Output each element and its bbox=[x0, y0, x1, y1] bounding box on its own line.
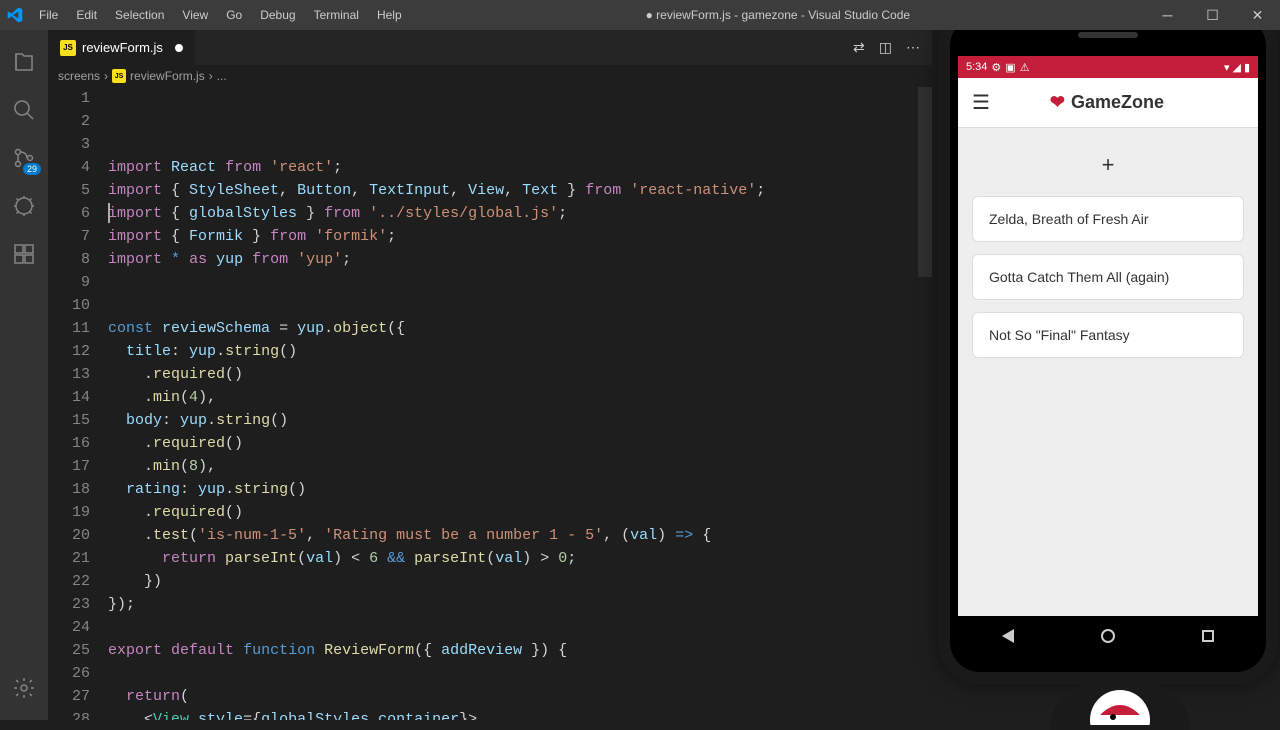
menu-help[interactable]: Help bbox=[368, 0, 411, 30]
dirty-indicator-icon bbox=[175, 44, 183, 52]
maximize-button[interactable]: ☐ bbox=[1190, 0, 1235, 30]
titlebar: File Edit Selection View Go Debug Termin… bbox=[0, 0, 1280, 30]
extensions-icon[interactable] bbox=[0, 230, 48, 278]
window-title: ● reviewForm.js - gamezone - Visual Stud… bbox=[411, 8, 1145, 22]
hamburger-icon[interactable]: ☰ bbox=[972, 90, 990, 115]
app-header: ☰ ❤ GameZone bbox=[958, 78, 1258, 128]
activity-bar: 29 bbox=[0, 30, 48, 720]
wifi-icon: ▾ bbox=[1224, 61, 1230, 74]
phone-mockup: 5:34 ⚙ ▣ ⚠ ▾ ◢ ▮ ☰ ❤ GameZone bbox=[938, 4, 1278, 684]
tab-actions: ⇄ ◫ ⋯ bbox=[853, 39, 932, 56]
menubar: File Edit Selection View Go Debug Termin… bbox=[30, 0, 411, 30]
settings-icon[interactable] bbox=[0, 664, 48, 712]
ninja-logo-icon bbox=[1050, 680, 1190, 730]
debug-status-icon: ▣ bbox=[1005, 61, 1015, 74]
menu-edit[interactable]: Edit bbox=[67, 0, 106, 30]
text-cursor bbox=[108, 203, 110, 223]
breadcrumb-folder[interactable]: screens bbox=[58, 69, 100, 83]
split-editor-icon[interactable]: ◫ bbox=[879, 39, 892, 56]
menu-view[interactable]: View bbox=[173, 0, 217, 30]
battery-icon: ▮ bbox=[1244, 61, 1250, 74]
phone-speaker bbox=[1078, 32, 1138, 38]
window-controls: ─ ☐ ✕ bbox=[1145, 0, 1280, 30]
back-button[interactable] bbox=[1002, 629, 1014, 643]
breadcrumbs[interactable]: screens › JS reviewForm.js › ... bbox=[48, 65, 932, 87]
more-actions-icon[interactable]: ⋯ bbox=[906, 39, 920, 56]
line-numbers: 1234567891011121314151617181920212223242… bbox=[48, 87, 108, 720]
phone-status-bar: 5:34 ⚙ ▣ ⚠ ▾ ◢ ▮ bbox=[958, 56, 1258, 78]
code-content[interactable]: import React from 'react';import { Style… bbox=[108, 87, 932, 720]
review-card[interactable]: Gotta Catch Them All (again) bbox=[972, 254, 1244, 300]
menu-selection[interactable]: Selection bbox=[106, 0, 173, 30]
minimize-button[interactable]: ─ bbox=[1145, 0, 1190, 30]
signal-icon: ◢ bbox=[1232, 61, 1240, 74]
chevron-right-icon: › bbox=[104, 69, 108, 83]
home-button[interactable] bbox=[1101, 629, 1115, 643]
scrollbar[interactable] bbox=[918, 87, 932, 277]
vscode-logo-icon bbox=[0, 7, 30, 23]
breadcrumb-more[interactable]: ... bbox=[217, 69, 227, 83]
js-file-icon: JS bbox=[112, 69, 126, 83]
recent-button[interactable] bbox=[1202, 630, 1214, 642]
tabs-bar: JS reviewForm.js ⇄ ◫ ⋯ bbox=[48, 30, 932, 65]
tab-label: reviewForm.js bbox=[82, 40, 163, 55]
chevron-right-icon: › bbox=[209, 69, 213, 83]
compare-icon[interactable]: ⇄ bbox=[853, 39, 865, 56]
code-editor[interactable]: 1234567891011121314151617181920212223242… bbox=[48, 87, 932, 720]
tab-reviewform[interactable]: JS reviewForm.js bbox=[48, 30, 196, 65]
review-card[interactable]: Zelda, Breath of Fresh Air bbox=[972, 196, 1244, 242]
menu-file[interactable]: File bbox=[30, 0, 67, 30]
search-icon[interactable] bbox=[0, 86, 48, 134]
js-file-icon: JS bbox=[60, 40, 76, 56]
add-button[interactable]: + bbox=[972, 142, 1244, 196]
debug-icon[interactable] bbox=[0, 182, 48, 230]
heart-icon: ❤ bbox=[1050, 92, 1065, 113]
status-time: 5:34 bbox=[966, 61, 987, 73]
phone-nav-bar bbox=[958, 618, 1258, 654]
menu-go[interactable]: Go bbox=[217, 0, 251, 30]
phone-screen: 5:34 ⚙ ▣ ⚠ ▾ ◢ ▮ ☰ ❤ GameZone bbox=[958, 56, 1258, 616]
close-button[interactable]: ✕ bbox=[1235, 0, 1280, 30]
review-card[interactable]: Not So "Final" Fantasy bbox=[972, 312, 1244, 358]
menu-debug[interactable]: Debug bbox=[251, 0, 304, 30]
editor-area: JS reviewForm.js ⇄ ◫ ⋯ screens › JS revi… bbox=[48, 30, 932, 720]
app-title: ❤ GameZone bbox=[990, 92, 1224, 113]
app-body: + Zelda, Breath of Fresh Air Gotta Catch… bbox=[958, 128, 1258, 384]
source-control-icon[interactable]: 29 bbox=[0, 134, 48, 182]
menu-terminal[interactable]: Terminal bbox=[305, 0, 368, 30]
scm-badge: 29 bbox=[23, 163, 41, 175]
breadcrumb-file[interactable]: reviewForm.js bbox=[130, 69, 205, 83]
explorer-icon[interactable] bbox=[0, 38, 48, 86]
warning-status-icon: ⚠ bbox=[1020, 61, 1030, 74]
settings-status-icon: ⚙ bbox=[991, 61, 1001, 74]
